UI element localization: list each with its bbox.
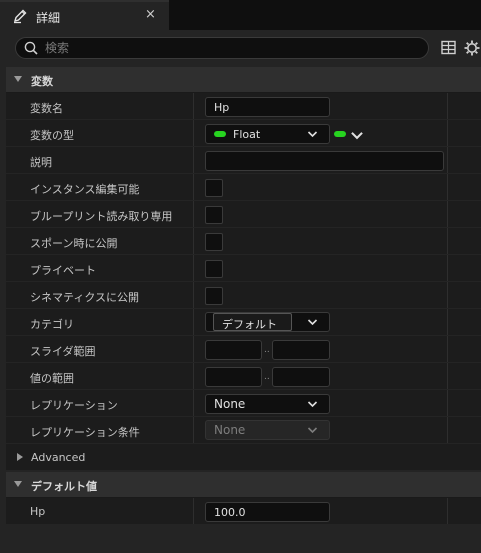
chevron-down-icon	[351, 132, 363, 140]
row-category: カテゴリ デフォルト	[6, 309, 481, 336]
expand-arrow-icon	[17, 453, 23, 461]
chevron-down-icon	[307, 401, 318, 408]
row-expose-on-spawn: スポーン時に公開	[6, 228, 481, 255]
default-hp-field[interactable]: 100.0	[205, 502, 330, 522]
row-slider-range: スライダ範囲 ..	[6, 336, 481, 363]
category-input[interactable]: デフォルト	[213, 313, 292, 331]
value-range-label: 値の範囲	[30, 372, 74, 385]
section-variable[interactable]: 変数	[6, 67, 481, 93]
collapse-arrow-icon	[14, 76, 22, 82]
value-range-max-field[interactable]	[272, 367, 330, 387]
float-pin-icon	[214, 131, 226, 137]
gear-icon[interactable]	[463, 39, 481, 57]
row-variable-name: 変数名 Hp	[6, 93, 481, 120]
variable-name-field[interactable]: Hp	[205, 97, 330, 117]
tab-details[interactable]: 詳細 ×	[0, 0, 169, 30]
advanced-label: Advanced	[31, 451, 86, 464]
section-default-value-label: デフォルト値	[31, 480, 97, 493]
category-value: デフォルト	[222, 318, 277, 331]
row-replication: レプリケーション None	[6, 390, 481, 417]
expose-on-spawn-checkbox[interactable]	[205, 233, 223, 251]
grid-icon[interactable]	[441, 40, 456, 55]
replication-label: レプリケーション	[30, 399, 118, 412]
replication-value: None	[214, 397, 246, 411]
variable-type-label: 変数の型	[30, 129, 74, 142]
replication-condition-label: レプリケーション条件	[30, 426, 140, 439]
chevron-down-icon	[307, 319, 318, 326]
chevron-down-icon	[307, 131, 318, 138]
description-field[interactable]	[205, 151, 444, 171]
row-value-range: 値の範囲 ..	[6, 363, 481, 390]
row-instance-editable: インスタンス編集可能	[6, 174, 481, 201]
details-panel: 変数 変数名 Hp 変数の型 Float 説明 インスタンス編集可能 ブループリ…	[0, 30, 481, 553]
pencil-icon	[13, 9, 27, 24]
row-blueprint-readonly: ブループリント読み取り専用	[6, 201, 481, 228]
close-icon[interactable]: ×	[145, 7, 156, 22]
variable-type-value: Float	[233, 128, 261, 141]
search-input[interactable]	[45, 39, 415, 57]
variable-type-dropdown[interactable]: Float	[205, 124, 330, 144]
instance-editable-label: インスタンス編集可能	[30, 183, 140, 196]
blueprint-readonly-checkbox[interactable]	[205, 206, 223, 224]
expose-on-spawn-label: スポーン時に公開	[30, 237, 118, 250]
search-icon	[24, 41, 38, 55]
instance-editable-checkbox[interactable]	[205, 179, 223, 197]
variable-name-label: 変数名	[30, 102, 63, 115]
tab-bar: 詳細 ×	[0, 0, 481, 30]
blueprint-readonly-label: ブループリント読み取り専用	[30, 210, 173, 223]
range-separator: ..	[264, 372, 270, 382]
slider-range-min-field[interactable]	[205, 340, 262, 360]
private-label: プライベート	[30, 264, 96, 277]
section-variable-label: 変数	[31, 75, 53, 88]
row-replication-condition: レプリケーション条件 None	[6, 417, 481, 444]
slider-range-label: スライダ範囲	[30, 345, 96, 358]
description-label: 説明	[30, 156, 52, 169]
row-description: 説明	[6, 147, 481, 174]
search-bar	[0, 30, 481, 66]
container-type-dropdown[interactable]	[334, 124, 364, 144]
row-expose-to-cinematics: シネマティクスに公開	[6, 282, 481, 309]
row-variable-type: 変数の型 Float	[6, 120, 481, 147]
collapse-arrow-icon	[14, 481, 22, 487]
category-label: カテゴリ	[30, 318, 74, 331]
expose-to-cinematics-checkbox[interactable]	[205, 287, 223, 305]
row-private: プライベート	[6, 255, 481, 282]
tab-title: 詳細	[36, 11, 61, 25]
default-hp-label: Hp	[30, 505, 46, 518]
replication-dropdown[interactable]: None	[205, 394, 330, 414]
replication-condition-value: None	[214, 423, 246, 437]
slider-range-max-field[interactable]	[272, 340, 330, 360]
section-default-value[interactable]: デフォルト値	[6, 472, 481, 498]
search-box[interactable]	[15, 37, 429, 59]
private-checkbox[interactable]	[205, 260, 223, 278]
row-default-hp: Hp 100.0	[6, 498, 481, 525]
category-combobox[interactable]: デフォルト	[205, 312, 330, 332]
range-separator: ..	[264, 345, 270, 355]
single-container-icon	[334, 131, 346, 137]
replication-condition-dropdown: None	[205, 420, 330, 440]
value-range-min-field[interactable]	[205, 367, 262, 387]
expose-to-cinematics-label: シネマティクスに公開	[30, 291, 140, 304]
chevron-down-icon	[307, 427, 318, 434]
advanced-expander[interactable]: Advanced	[6, 444, 481, 471]
